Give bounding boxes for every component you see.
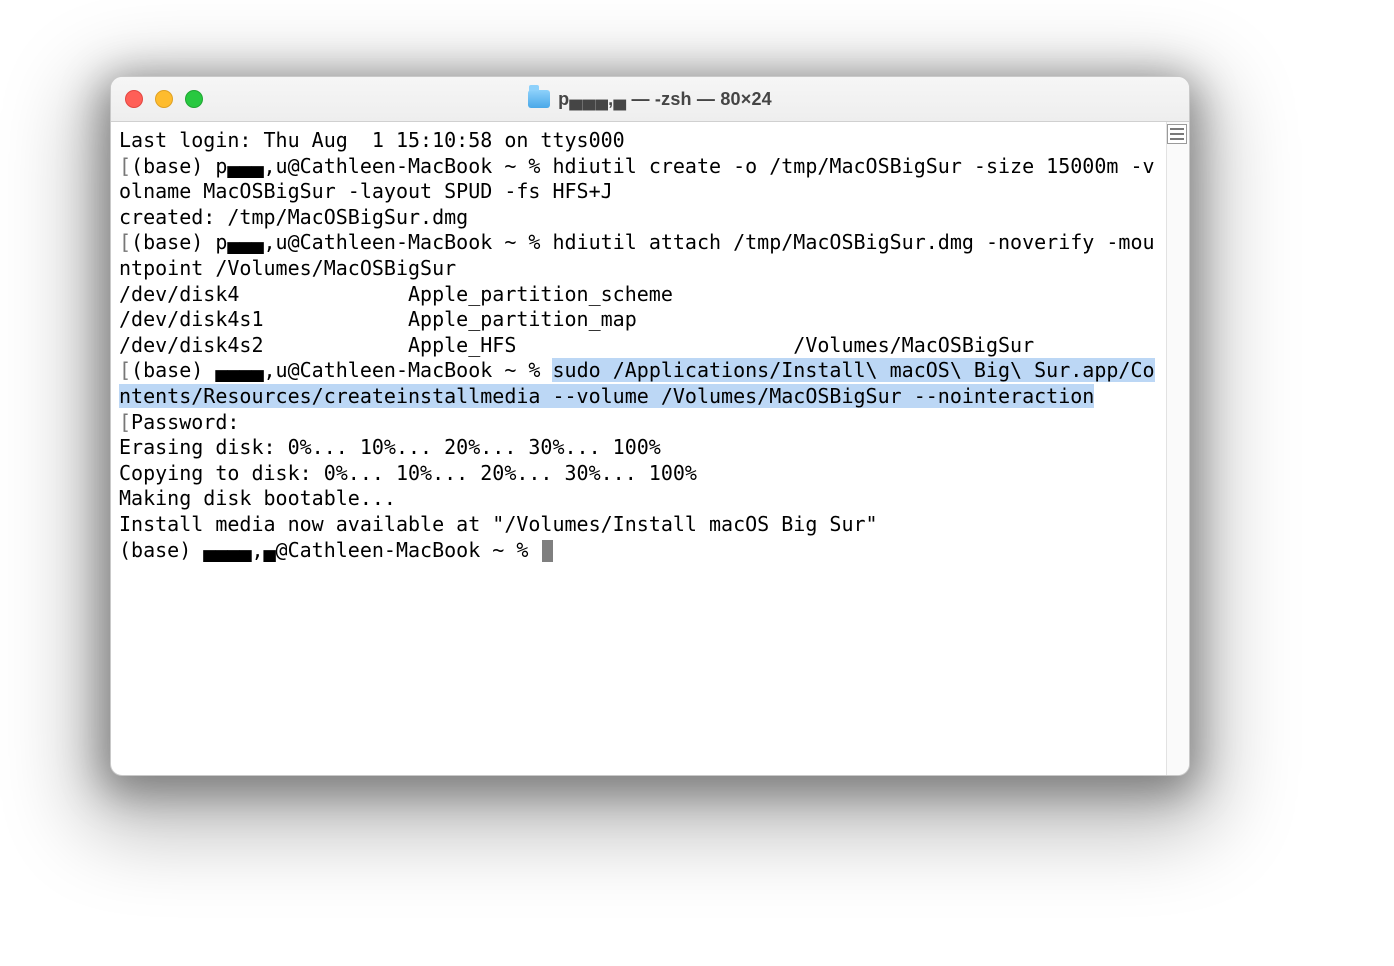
making-line: Making disk bootable... [119,486,396,510]
prompt-bracket: [ [119,410,131,434]
folder-icon [528,90,550,108]
done-line: Install media now available at "/Volumes… [119,512,878,536]
scroll-menu-icon[interactable] [1167,124,1187,144]
close-icon[interactable] [125,90,143,108]
prompt-bracket: [ [119,358,131,382]
zoom-icon[interactable] [185,90,203,108]
prompt-1: (base) p▄▄▄,u@Cathleen-MacBook ~ % [131,154,552,178]
last-login-line: Last login: Thu Aug 1 15:10:58 on ttys00… [119,128,625,152]
password-prompt: Password: [131,410,239,434]
window-title: p▄▄▄,▄ — -zsh — 80×24 [558,89,772,110]
terminal-output[interactable]: Last login: Thu Aug 1 15:10:58 on ttys00… [111,122,1167,776]
titlebar[interactable]: p▄▄▄,▄ — -zsh — 80×24 [111,77,1189,122]
scrollbar[interactable] [1166,122,1189,776]
output-disk4s2: /dev/disk4s2 Apple_HFS /Volumes/MacOSBig… [119,333,1034,357]
cursor-icon [542,540,553,562]
prompt-2: (base) p▄▄▄,u@Cathleen-MacBook ~ % [131,230,552,254]
minimize-icon[interactable] [155,90,173,108]
output-created: created: /tmp/MacOSBigSur.dmg [119,205,468,229]
prompt-3: (base) ▄▄▄▄,u@Cathleen-MacBook ~ % [131,358,552,382]
erasing-line: Erasing disk: 0%... 10%... 20%... 30%...… [119,435,661,459]
window-controls [125,90,203,108]
output-disk4: /dev/disk4 Apple_partition_scheme [119,282,793,306]
copying-line: Copying to disk: 0%... 10%... 20%... 30%… [119,461,697,485]
output-disk4s1: /dev/disk4s1 Apple_partition_map [119,307,793,331]
prompt-4: (base) ▄▄▄▄,▄@Cathleen-MacBook ~ % [119,538,540,562]
terminal-window: p▄▄▄,▄ — -zsh — 80×24 Last login: Thu Au… [110,76,1190,776]
prompt-bracket: [ [119,230,131,254]
prompt-bracket: [ [119,154,131,178]
